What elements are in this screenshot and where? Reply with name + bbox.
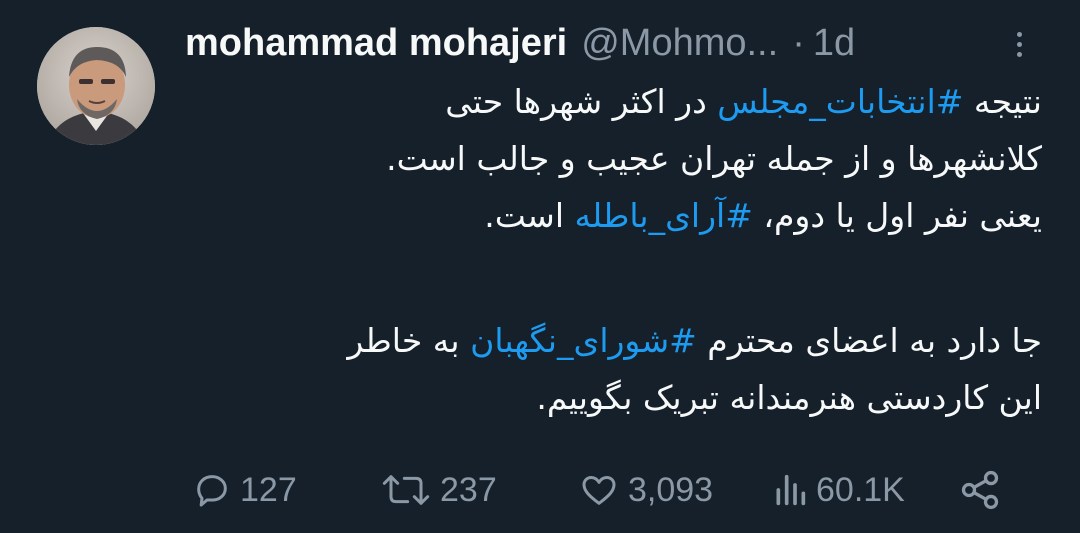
tweet-text-segment: به خاطر <box>347 321 471 360</box>
views-count: 60.1K <box>816 470 905 509</box>
reply-button[interactable]: 127 <box>192 462 297 518</box>
avatar[interactable] <box>37 27 155 145</box>
avatar-image <box>37 27 155 145</box>
tweet-text-segment: نتیجه <box>963 82 1042 121</box>
reply-count: 127 <box>240 470 297 509</box>
reply-icon <box>197 475 227 507</box>
hashtag-link[interactable]: #شورای_نگهبان <box>470 321 697 360</box>
tweet-actions: 127 237 3,093 60.1K <box>180 462 1040 518</box>
author-handle[interactable]: @Mohmo... <box>581 22 778 65</box>
views-button[interactable]: 60.1K <box>772 462 905 518</box>
tweet-text-paragraph-1: نتیجه #انتخابات_مجلس در اکثر شهرها حتی ک… <box>200 73 1042 244</box>
tweet-header: mohammad mohajeri @Mohmo... · 1d <box>185 18 855 68</box>
tweet-text-segment: در اکثر شهرها حتی <box>445 82 718 121</box>
more-options-button[interactable] <box>1004 24 1034 64</box>
tweet-line: این کاردستی هنرمندانه تبریک بگوییم. <box>200 369 1042 426</box>
share-icon <box>961 470 999 510</box>
tweet-text-segment: این کاردستی هنرمندانه تبریک بگوییم. <box>536 378 1042 417</box>
heart-icon <box>582 476 616 505</box>
like-count: 3,093 <box>628 470 714 509</box>
tweet-line: کلانشهرها و از جمله تهران عجیب و جالب اس… <box>200 130 1042 187</box>
hashtag-link[interactable]: #آرای_باطله <box>574 196 752 235</box>
retweet-count: 237 <box>440 470 497 509</box>
retweet-button[interactable]: 237 <box>380 462 497 518</box>
author-display-name[interactable]: mohammad mohajeri <box>185 22 567 65</box>
share-button[interactable] <box>958 462 1002 518</box>
more-icon <box>1016 31 1022 57</box>
tweet-text-paragraph-2: جا دارد به اعضای محترم #شورای_نگهبان به … <box>200 312 1042 426</box>
like-button[interactable]: 3,093 <box>578 462 713 518</box>
tweet-line: یعنی نفر اول یا دوم، #آرای_باطله است. <box>200 187 1042 244</box>
views-icon <box>776 474 806 506</box>
tweet-text-segment: کلانشهرها و از جمله تهران عجیب و جالب اس… <box>386 139 1042 178</box>
retweet-icon <box>382 475 430 505</box>
tweet-text-segment: است. <box>484 196 575 235</box>
tweet-line: نتیجه #انتخابات_مجلس در اکثر شهرها حتی <box>200 73 1042 130</box>
tweet-line: جا دارد به اعضای محترم #شورای_نگهبان به … <box>200 312 1042 369</box>
tweet-text-segment: یعنی نفر اول یا دوم، <box>752 196 1042 235</box>
tweet-text-segment: جا دارد به اعضای محترم <box>696 321 1042 360</box>
separator-dot: · <box>792 21 805 64</box>
hashtag-link[interactable]: #انتخابات_مجلس <box>717 82 963 121</box>
timestamp[interactable]: 1d <box>813 22 855 65</box>
